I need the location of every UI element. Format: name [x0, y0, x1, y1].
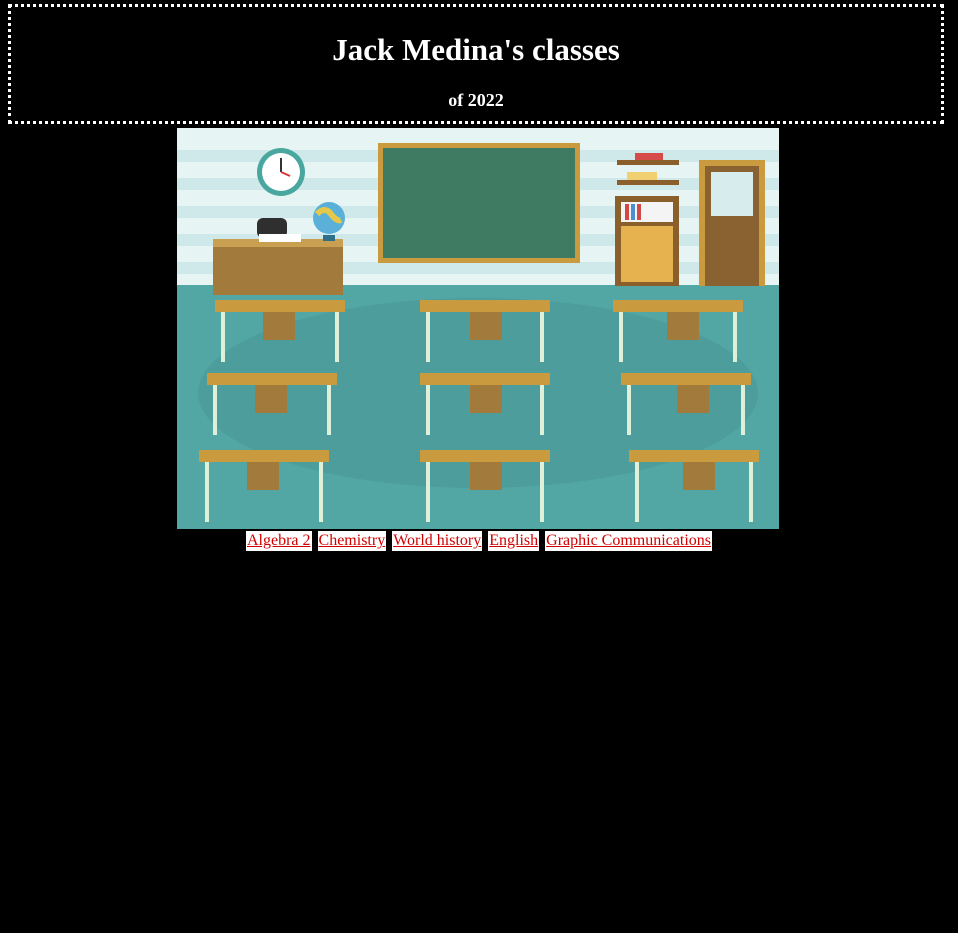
link-algebra-2[interactable]: Algebra 2 — [246, 531, 312, 551]
page-title: Jack Medina's classes — [332, 32, 620, 67]
page-header: Jack Medina's classes of 2022 — [8, 4, 944, 124]
page-subtitle: of 2022 — [448, 90, 504, 110]
link-graphic-communications[interactable]: Graphic Communications — [545, 531, 712, 551]
link-english[interactable]: English — [488, 531, 540, 551]
link-chemistry[interactable]: Chemistry — [317, 531, 387, 551]
classroom-image — [177, 128, 779, 529]
link-world-history[interactable]: World history — [392, 531, 483, 551]
class-links-nav: Algebra 2 Chemistry World history Englis… — [0, 531, 958, 551]
